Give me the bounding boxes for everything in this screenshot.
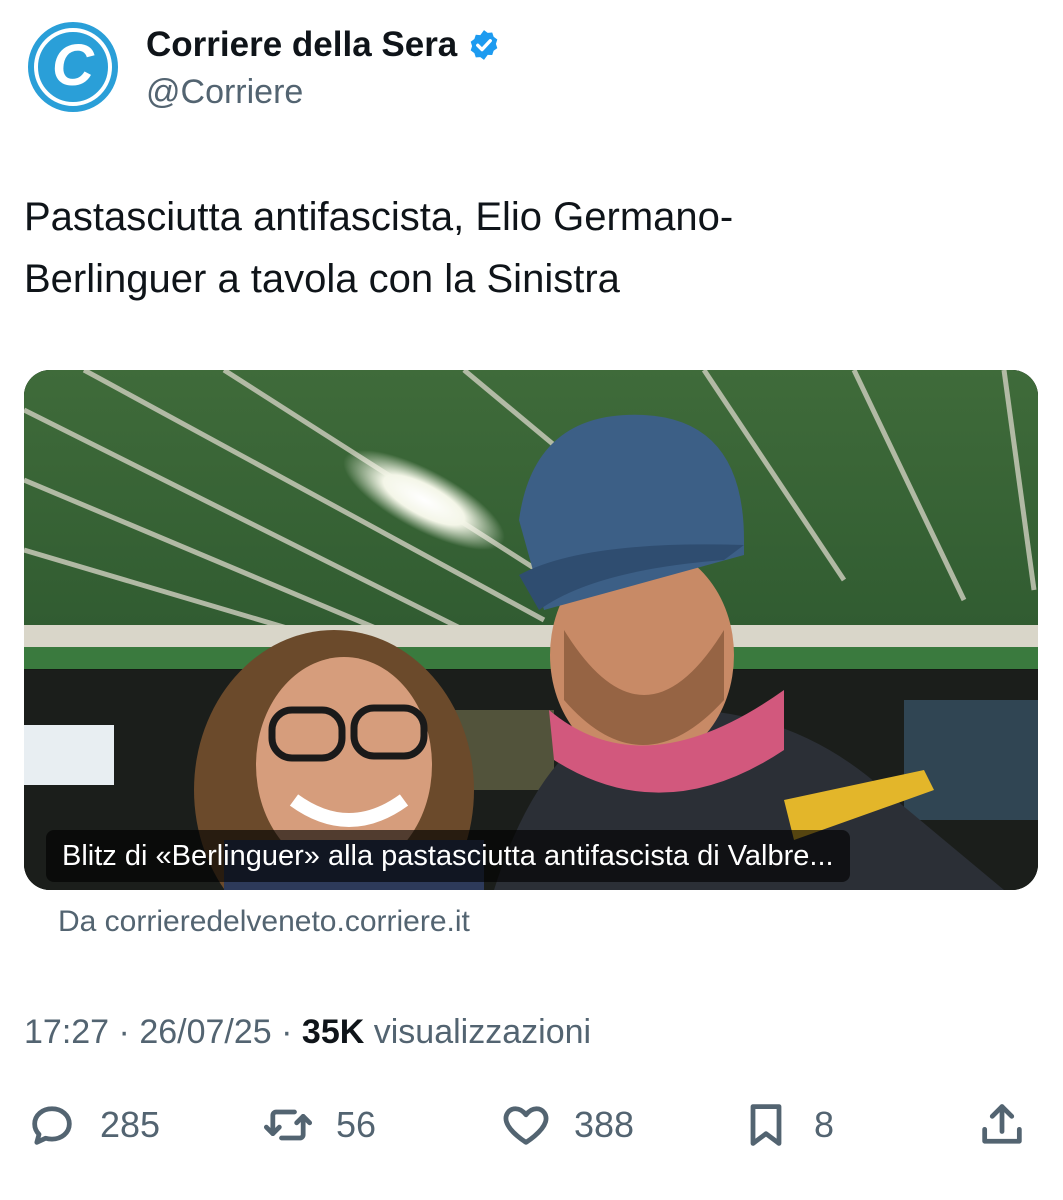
tweet-header: C Corriere della Sera @Corriere — [24, 18, 1034, 118]
meta-separator: · — [118, 1013, 130, 1051]
bookmark-count: 8 — [814, 1104, 835, 1145]
reply-bubble-icon — [32, 1106, 72, 1145]
share-icon — [982, 1104, 1022, 1144]
link-card[interactable] — [24, 370, 1038, 890]
like-count: 388 — [574, 1104, 635, 1145]
meta-separator: · — [281, 1013, 293, 1051]
card-photo — [24, 370, 1038, 890]
tweet-text: Pastasciutta antifascista, Elio Germano-… — [24, 186, 1034, 310]
bookmark-button[interactable]: 8 — [740, 1094, 834, 1156]
bookmark-icon — [750, 1104, 782, 1146]
tweet-text-line-1: Pastasciutta antifascista, Elio Germano- — [24, 195, 734, 239]
repost-icon — [263, 1109, 313, 1141]
reply-count: 285 — [100, 1104, 161, 1145]
display-name-text: Corriere della Sera — [146, 25, 458, 64]
heart-icon — [503, 1106, 549, 1145]
card-source-link[interactable]: Da corrieredelveneto.corriere.it — [58, 902, 470, 942]
reply-button[interactable]: 285 — [26, 1094, 160, 1156]
card-caption: Blitz di «Berlinguer» alla pastasciutta … — [46, 830, 850, 882]
tweet-actions: 285 56 388 8 — [0, 1094, 1063, 1156]
views-count: 35K — [301, 1013, 365, 1051]
repost-count: 56 — [336, 1104, 377, 1145]
tweet-text-line-2: Berlinguer a tavola con la Sinistra — [24, 257, 620, 301]
tweet-time[interactable]: 17:27 — [24, 1013, 109, 1051]
account-handle[interactable]: @Corriere — [146, 70, 501, 114]
account-display-name[interactable]: Corriere della Sera — [146, 24, 501, 66]
account-names: Corriere della Sera @Corriere — [146, 24, 501, 114]
share-button[interactable] — [976, 1094, 1028, 1156]
views-label: visualizzazioni — [373, 1013, 592, 1051]
tweet-date[interactable]: 26/07/25 — [139, 1013, 271, 1051]
verified-badge-icon — [470, 30, 498, 60]
like-button[interactable]: 388 — [500, 1094, 634, 1156]
avatar-logo-letter: C — [52, 33, 94, 98]
account-avatar[interactable]: C — [24, 18, 122, 116]
tweet-meta: 17:27 · 26/07/25 · 35K visualizzazioni — [24, 1010, 591, 1054]
repost-button[interactable]: 56 — [262, 1094, 376, 1156]
